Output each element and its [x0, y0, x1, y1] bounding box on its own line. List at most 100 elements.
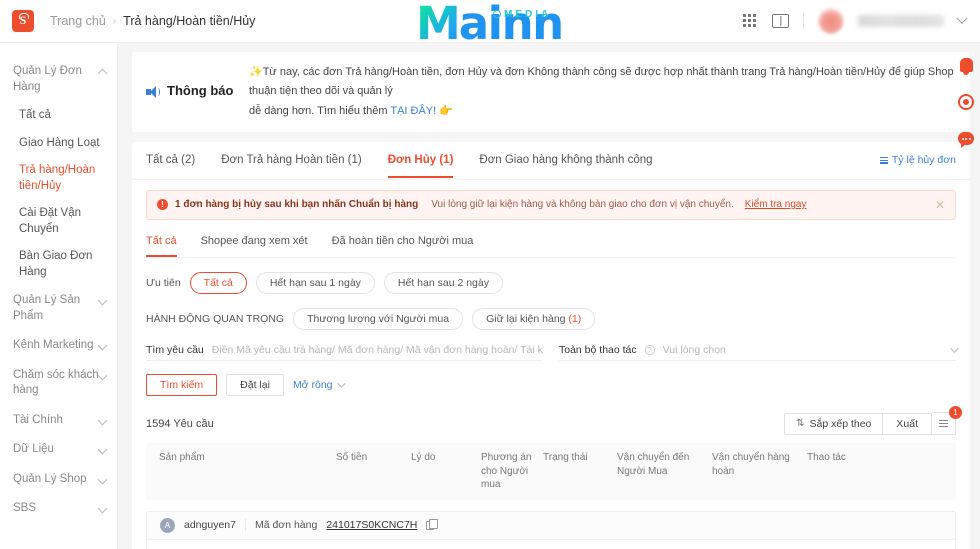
sidebar-group-orders[interactable]: Quản Lý Đơn Hàng [0, 57, 117, 102]
book-icon[interactable] [772, 14, 789, 28]
sidebar-group-customer-care[interactable]: Chăm sóc khách hàng [0, 361, 117, 406]
announcement-banner: Thông báo ✨Từ nay, các đơn Trả hàng/Hoàn… [132, 52, 970, 132]
sidebar-item-all[interactable]: Tất cả [0, 102, 117, 130]
chevron-down-icon [97, 415, 108, 426]
apps-grid-icon[interactable] [743, 13, 758, 29]
bell-icon[interactable] [959, 58, 973, 75]
tab-failed-delivery[interactable]: Đơn Giao hàng không thành công [479, 143, 652, 178]
breadcrumb-home[interactable]: Trang chủ [50, 14, 106, 28]
sidebar-group-finance[interactable]: Tài Chính [0, 406, 117, 436]
avatar[interactable] [818, 8, 844, 34]
chevron-down-icon[interactable] [950, 344, 959, 353]
help-circle-icon[interactable]: ? [644, 344, 655, 355]
search-request-label: Tìm yêu cầu [146, 343, 204, 356]
chevron-down-icon [97, 295, 108, 306]
results-actions: ⇅ Sắp xếp theo Xuất 1 [784, 405, 962, 436]
avatar: A [160, 517, 175, 533]
reset-button[interactable]: Đặt lại [226, 373, 284, 396]
col-plan: Phương án cho Người mua [481, 452, 532, 491]
sidebar-group-label: Quản Lý Đơn Hàng [13, 65, 82, 93]
divider [803, 13, 804, 29]
chip-priority-all[interactable]: Tất cả [189, 271, 247, 294]
export-button[interactable]: Xuất [882, 412, 932, 435]
order-code[interactable]: 241017S0KCNC7H [326, 519, 417, 531]
shopee-logo-icon[interactable] [12, 10, 34, 32]
buyer-name[interactable]: adnguyen7 [184, 519, 236, 531]
floating-action-rail [952, 48, 980, 148]
tab-all[interactable]: Tất cả (2) [146, 143, 195, 178]
sidebar-item-bulk-ship[interactable]: Giao Hàng Loạt [0, 130, 117, 158]
close-icon[interactable]: ✕ [935, 198, 945, 212]
sidebar-group-marketing[interactable]: Kênh Marketing [0, 331, 117, 361]
top-bar-right [743, 8, 968, 34]
cancel-rate-label: Tỷ lệ hủy đơn [891, 154, 956, 167]
announcement-link[interactable]: TẠI ĐÂY! [390, 105, 436, 117]
target-icon[interactable] [958, 94, 974, 110]
tab-return-refund[interactable]: Đơn Trả hàng Hoàn tiền (1) [221, 143, 362, 178]
speaker-icon [146, 85, 160, 99]
results-count-row: 1594 Yêu cầu ⇅ Sắp xếp theo Xuất 1 [146, 405, 962, 444]
announcement-body: ✨Từ nay, các đơn Trả hàng/Hoàn tiền, đơn… [249, 63, 956, 121]
sidebar-group-data[interactable]: Dữ Liệu [0, 435, 117, 465]
sidebar-group-label: Dữ Liệu [13, 443, 54, 456]
announcement-title-block: Thông báo [146, 83, 238, 100]
orders-card: ! 1 đơn hàng bị hủy sau khi bạn nhấn Chu… [132, 179, 970, 549]
sidebar-group-products[interactable]: Quản Lý Sản Phẩm [0, 286, 117, 331]
pointer-icon: 👉 [436, 104, 453, 117]
alert-sub-text: Vui lòng giữ lại kiện hàng và không bàn … [431, 199, 734, 211]
order-body: (Sặn phẩm test) Sản phẩm 4 [SKU112 SKU11… [147, 540, 955, 549]
results-count: 1594 Yêu cầu [146, 417, 214, 430]
tab-cancelled[interactable]: Đơn Hủy (1) [387, 143, 454, 178]
sort-label: Sắp xếp theo [809, 417, 872, 430]
subtab-refunded[interactable]: Đã hoàn tiền cho Người mua [332, 228, 474, 257]
status-subtabs: Tất cả Shopee đang xem xét Đã hoàn tiền … [146, 228, 956, 258]
chevron-down-icon [97, 503, 108, 514]
sidebar-item-shipping-settings[interactable]: Cài Đặt Vận Chuyển [0, 200, 117, 243]
table-header: Sản phẩm Số tiền Lý do Phương án cho Ngư… [146, 443, 956, 500]
sidebar-group-sbs[interactable]: SBS [0, 494, 117, 524]
col-actions: Thao tác [807, 452, 846, 464]
sort-button[interactable]: ⇅ Sắp xếp theo [784, 412, 883, 435]
menu-badge: 1 [949, 405, 962, 419]
menu-button[interactable]: 1 [932, 405, 962, 436]
bulk-action-select[interactable] [662, 343, 942, 356]
list-icon [879, 156, 888, 164]
col-reason: Lý do [411, 452, 436, 464]
bulk-action-label: Toàn bộ thao tác [559, 343, 637, 356]
chevron-down-icon [97, 370, 108, 381]
expand-filters-button[interactable]: Mở rộng [293, 379, 346, 391]
breadcrumb: Trang chủ › Trả hàng/Hoàn tiền/Hủy [50, 14, 255, 28]
chip-expire-1day[interactable]: Hết hạn sau 1 ngày [255, 271, 375, 294]
chip-expire-2day[interactable]: Hết hạn sau 2 ngày [383, 271, 503, 294]
alert-bold-text: 1 đơn hàng bị hủy sau khi bạn nhấn Chuẩn… [175, 199, 419, 211]
sidebar-group-label: Quản Lý Sản Phẩm [13, 294, 81, 322]
sort-icon: ⇅ [796, 418, 805, 430]
chevron-down-icon[interactable] [956, 12, 968, 24]
chip-negotiate[interactable]: Thương lượng với Người mua [293, 307, 464, 330]
search-area: Tìm yêu cầu Toàn bộ thao tác ? Tìm kiếm … [146, 343, 959, 396]
subtab-all[interactable]: Tất cả [146, 228, 177, 257]
col-amount: Số tiền [336, 452, 368, 464]
chat-icon[interactable] [958, 132, 974, 148]
search-input[interactable] [211, 343, 543, 356]
search-buttons: Tìm kiếm Đặt lại Mở rộng [146, 373, 956, 396]
chip-hold-package-label: Giữ lại kiện hàng [486, 312, 566, 325]
breadcrumb-current: Trả hàng/Hoàn tiền/Hủy [123, 14, 256, 28]
chip-hold-package[interactable]: Giữ lại kiện hàng (1) [472, 307, 596, 330]
alert-check-link[interactable]: Kiểm tra ngay [745, 199, 807, 210]
copy-icon[interactable] [426, 519, 439, 530]
sidebar-group-shop[interactable]: Quản Lý Shop [0, 465, 117, 495]
sidebar-item-returns[interactable]: Trả hàng/Hoàn tiền/Hủy [0, 157, 117, 200]
search-button[interactable]: Tìm kiếm [146, 373, 218, 396]
subtab-under-review[interactable]: Shopee đang xem xét [201, 228, 308, 257]
announcement-title: Thông báo [167, 83, 234, 99]
search-row: Tìm yêu cầu Toàn bộ thao tác ? [146, 343, 959, 361]
sidebar-group-label: Tài Chính [13, 413, 63, 426]
sidebar-item-handover[interactable]: Bàn Giao Đơn Hàng [0, 243, 117, 286]
warning-alert: ! 1 đơn hàng bị hủy sau khi bạn nhấn Chu… [146, 189, 956, 220]
sparkle-icon: ✨ [249, 66, 263, 78]
announcement-line2-pre: dễ dàng hơn. Tìm hiểu thêm [249, 104, 391, 117]
sidebar: Quản Lý Đơn Hàng Tất cả Giao Hàng Loạt T… [0, 43, 118, 549]
chevron-down-icon [97, 444, 108, 455]
cancel-rate-link[interactable]: Tỷ lệ hủy đơn [879, 154, 956, 167]
